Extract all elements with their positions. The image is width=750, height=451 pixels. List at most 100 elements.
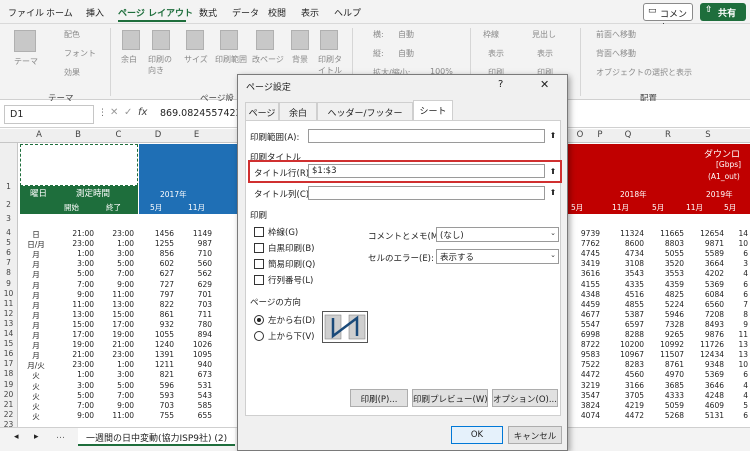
cancel-button[interactable]: キャンセル: [508, 426, 562, 444]
cell-q[interactable]: 11507: [644, 350, 684, 359]
row-header[interactable]: 20: [0, 390, 17, 399]
cell-start[interactable]: 5:00: [60, 391, 94, 400]
cell-e[interactable]: 629: [178, 280, 212, 289]
cell-e[interactable]: 1095: [178, 350, 212, 359]
cell-e[interactable]: 560: [178, 259, 212, 268]
cell-q[interactable]: 4333: [644, 391, 684, 400]
cell-start[interactable]: 5:00: [60, 269, 94, 278]
cell-end[interactable]: 15:00: [100, 310, 134, 319]
cell-end[interactable]: 3:00: [100, 370, 134, 379]
next-sheet-icon[interactable]: ▸: [34, 432, 39, 442]
cell-d[interactable]: 861: [140, 310, 174, 319]
enter-icon[interactable]: ✓: [124, 107, 132, 118]
title-cols-input[interactable]: [308, 186, 545, 200]
cell-d[interactable]: 1391: [140, 350, 174, 359]
cell-e[interactable]: 894: [178, 330, 212, 339]
row-col-headers-checkbox[interactable]: [254, 275, 264, 285]
cell-start[interactable]: 19:00: [60, 340, 94, 349]
cell-r[interactable]: 12654: [684, 229, 724, 238]
column-header[interactable]: P: [592, 130, 608, 140]
print-area-input[interactable]: [308, 129, 545, 143]
a1-title-area[interactable]: [20, 144, 138, 186]
cell-start[interactable]: 1:00: [60, 249, 94, 258]
cell-q[interactable]: 3685: [644, 381, 684, 390]
cell-r[interactable]: 7208: [684, 310, 724, 319]
options-button[interactable]: オプション(O)...: [492, 389, 558, 407]
tab-page[interactable]: ページ: [245, 102, 279, 120]
cell-end[interactable]: 11:00: [100, 411, 134, 420]
cell-end[interactable]: 5:00: [100, 259, 134, 268]
cell-d[interactable]: 596: [140, 381, 174, 390]
cell-end[interactable]: 13:00: [100, 300, 134, 309]
theme-icon[interactable]: [14, 30, 36, 52]
cell-d[interactable]: 755: [140, 411, 174, 420]
cell-q[interactable]: 8803: [644, 239, 684, 248]
cell-start[interactable]: 7:00: [60, 280, 94, 289]
menu-data[interactable]: データ: [232, 6, 259, 19]
cell-o[interactable]: 5547: [566, 320, 600, 329]
column-header[interactable]: Q: [608, 130, 648, 140]
cell-p[interactable]: 5387: [604, 310, 644, 319]
sheet-tab-active[interactable]: 一週間の日中変動(協力ISP9社) (2): [78, 428, 236, 446]
ribbon-size[interactable]: サイズ: [184, 54, 208, 65]
cell-o[interactable]: 7762: [566, 239, 600, 248]
cell-end[interactable]: 11:00: [100, 290, 134, 299]
cell-end[interactable]: 23:00: [100, 229, 134, 238]
menu-view[interactable]: 表示: [301, 6, 319, 19]
cell-o[interactable]: 3419: [566, 259, 600, 268]
cell-d[interactable]: 1255: [140, 239, 174, 248]
orientation-icon[interactable]: [152, 30, 170, 50]
cell-o[interactable]: 4155: [566, 280, 600, 289]
row-header[interactable]: 2: [0, 200, 17, 209]
cell-r[interactable]: 11726: [684, 340, 724, 349]
cell-d[interactable]: 1456: [140, 229, 174, 238]
row-header[interactable]: 11: [0, 299, 17, 308]
cell-q[interactable]: 7328: [644, 320, 684, 329]
cell-d[interactable]: 1211: [140, 360, 174, 369]
cell-s[interactable]: 6: [722, 249, 748, 258]
cell-d[interactable]: 797: [140, 290, 174, 299]
cell-start[interactable]: 23:00: [60, 239, 94, 248]
cell-e[interactable]: 655: [178, 411, 212, 420]
cell-r[interactable]: 9876: [684, 330, 724, 339]
cell-d[interactable]: 822: [140, 300, 174, 309]
cell-end[interactable]: 7:00: [100, 269, 134, 278]
cell-end[interactable]: 9:00: [100, 401, 134, 410]
cell-d[interactable]: 593: [140, 391, 174, 400]
menu-file[interactable]: ファイル: [8, 6, 44, 19]
cell-o[interactable]: 4459: [566, 300, 600, 309]
collapse-dialog-icon[interactable]: ⬆: [547, 166, 559, 178]
cell-o[interactable]: 3219: [566, 381, 600, 390]
cell-start[interactable]: 9:00: [60, 411, 94, 420]
cell-r[interactable]: 3646: [684, 381, 724, 390]
cell-start[interactable]: 13:00: [60, 310, 94, 319]
column-header[interactable]: A: [20, 130, 58, 140]
down-then-over-radio[interactable]: [254, 315, 264, 325]
cell-o[interactable]: 4745: [566, 249, 600, 258]
cell-e[interactable]: 585: [178, 401, 212, 410]
bw-checkbox[interactable]: [254, 243, 264, 253]
scale-width-value[interactable]: 自動: [398, 29, 414, 40]
cell-q[interactable]: 5224: [644, 300, 684, 309]
headings-view-checkbox[interactable]: 表示: [537, 48, 553, 59]
cell-r[interactable]: 4202: [684, 269, 724, 278]
column-header[interactable]: D: [139, 130, 177, 140]
cell-o[interactable]: 4074: [566, 411, 600, 420]
cell-start[interactable]: 23:00: [60, 360, 94, 369]
scale-height-value[interactable]: 自動: [398, 48, 414, 59]
tab-margins[interactable]: 余白: [279, 102, 317, 120]
cell-e[interactable]: 673: [178, 370, 212, 379]
cell-r[interactable]: 6560: [684, 300, 724, 309]
cell-r[interactable]: 3664: [684, 259, 724, 268]
row-header[interactable]: 7: [0, 258, 17, 267]
cell-o[interactable]: 4348: [566, 290, 600, 299]
cell-q[interactable]: 5268: [644, 411, 684, 420]
cell-s[interactable]: 13: [722, 350, 748, 359]
column-header[interactable]: B: [58, 130, 98, 140]
cell-q[interactable]: 10992: [644, 340, 684, 349]
collapse-dialog-icon[interactable]: ⬆: [547, 187, 559, 199]
cell-r[interactable]: 4609: [684, 401, 724, 410]
row-header[interactable]: 9: [0, 279, 17, 288]
cell-o[interactable]: 8722: [566, 340, 600, 349]
cell-r[interactable]: 5589: [684, 249, 724, 258]
